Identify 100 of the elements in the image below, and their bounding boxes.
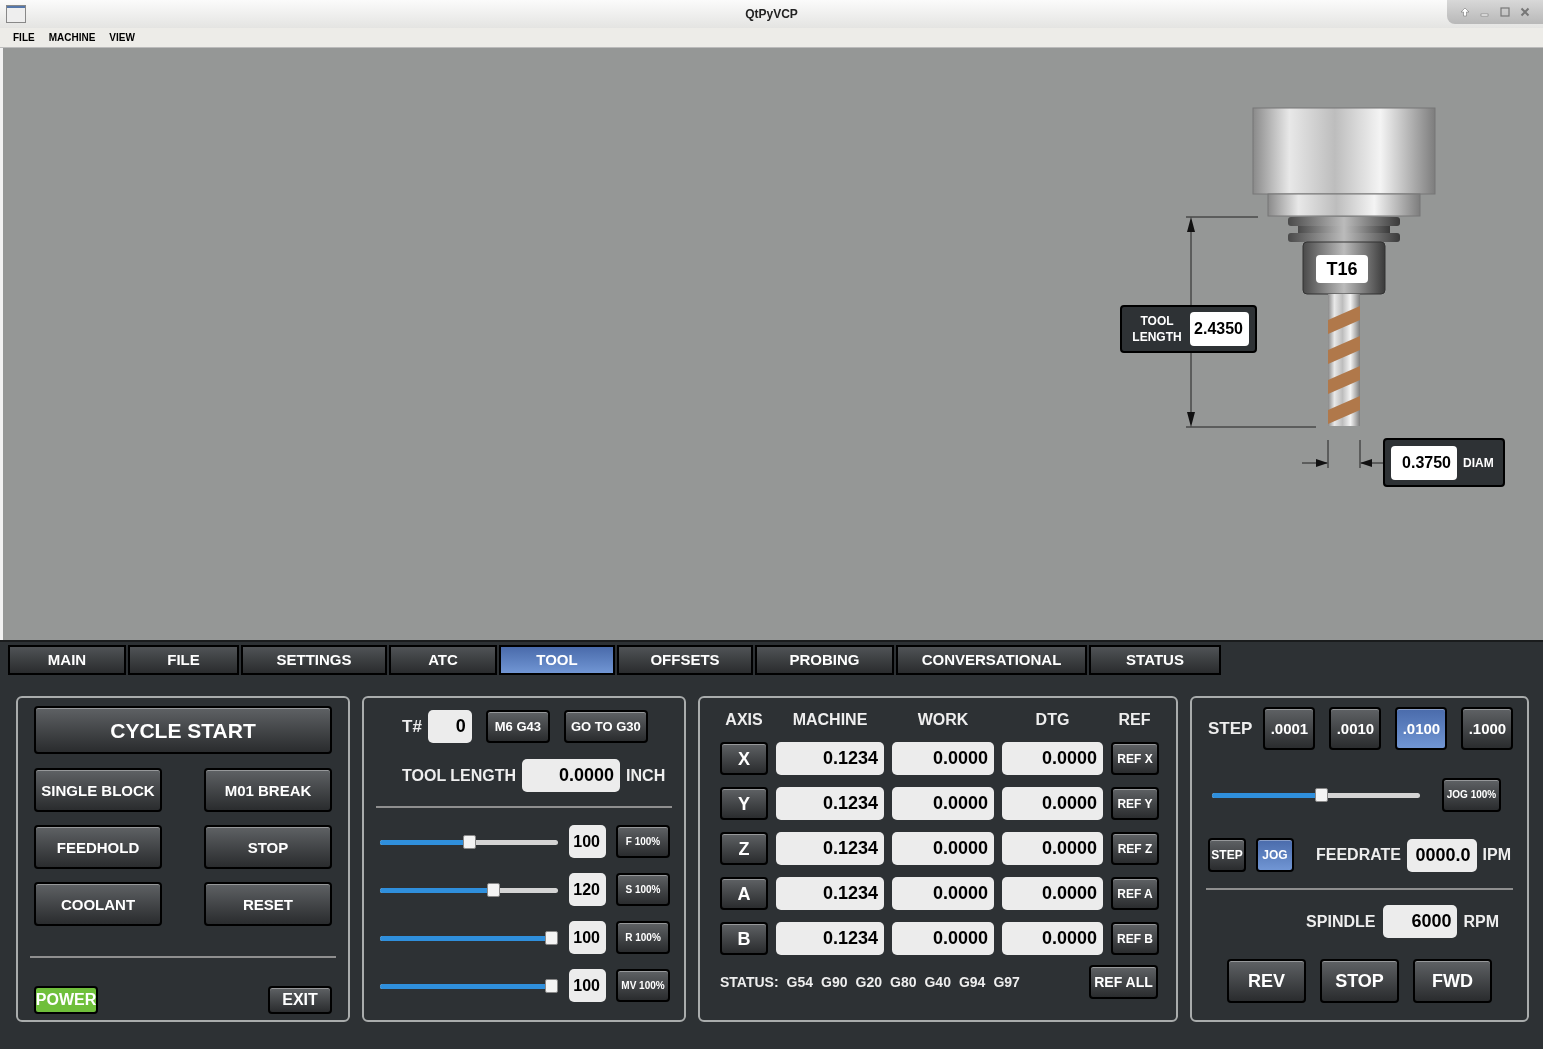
tab[interactable]: OFFSETS <box>617 645 753 675</box>
tool-length-field[interactable]: 0.0000 <box>522 759 621 792</box>
tab[interactable]: ATC <box>389 645 497 675</box>
machine-position-field[interactable]: 0.1234 <box>776 742 884 775</box>
field-label: T# <box>402 715 422 738</box>
tab[interactable]: PROBING <box>755 645 894 675</box>
reference-button[interactable]: REF A <box>1111 877 1159 910</box>
spindle-speed-field[interactable]: 6000 <box>1383 905 1458 938</box>
exit-button[interactable]: EXIT <box>268 986 332 1014</box>
machine-position-field[interactable]: 0.1234 <box>776 787 884 820</box>
tool-number-field[interactable]: 0 <box>427 710 472 743</box>
menu-item[interactable]: FILE <box>13 30 35 45</box>
column-header: WORK <box>916 710 970 730</box>
slider-handle[interactable] <box>462 834 476 849</box>
step-size-button[interactable]: .1000 <box>1461 707 1514 750</box>
axis-button[interactable]: Z <box>720 832 768 865</box>
axis-button[interactable]: X <box>720 742 768 775</box>
jog-rate-button[interactable]: JOG 100% <box>1442 778 1501 812</box>
slider-handle[interactable] <box>545 930 558 945</box>
work-position-field[interactable]: 0.0000 <box>892 877 994 910</box>
field-label: STEP <box>1208 717 1253 740</box>
work-position-field[interactable]: 0.0000 <box>892 742 994 775</box>
spindle-button[interactable]: REV <box>1227 959 1306 1003</box>
override-button[interactable]: S 100% <box>616 873 670 906</box>
slider[interactable] <box>380 930 558 945</box>
distance-to-go-field[interactable]: 0.0000 <box>1002 877 1103 910</box>
go-to-button[interactable]: GO TO G30 <box>563 710 648 743</box>
control-button[interactable]: RESET <box>204 882 332 926</box>
tab[interactable]: STATUS <box>1089 645 1221 675</box>
control-button[interactable]: COOLANT <box>34 882 162 926</box>
control-button[interactable]: M01 BREAK <box>204 768 332 812</box>
step-size-button[interactable]: .0100 <box>1395 707 1448 750</box>
step-size-button[interactable]: .0010 <box>1329 707 1382 750</box>
gcode-status: G97 <box>993 972 1020 992</box>
diameter-caption: DIAM <box>1463 454 1494 472</box>
spindle-button[interactable]: STOP <box>1320 959 1399 1003</box>
jog-mode-button[interactable]: STEP <box>1208 838 1246 872</box>
control-button[interactable]: SINGLE BLOCK <box>34 768 162 812</box>
field-label: SPINDLE <box>1306 911 1376 932</box>
axis-button[interactable]: B <box>720 922 768 955</box>
step-size-button[interactable]: .0001 <box>1263 707 1316 750</box>
jog-mode-button[interactable]: JOG <box>1256 838 1294 872</box>
column-header: MACHINE <box>791 710 869 730</box>
gcode-status: G90 <box>821 972 848 992</box>
cycle-start-button[interactable]: CYCLE START <box>34 706 332 754</box>
work-position-field[interactable]: 0.0000 <box>892 922 994 955</box>
override-button[interactable]: R 100% <box>616 921 670 954</box>
tab[interactable]: MAIN <box>8 645 126 675</box>
tool-length-caption: TOOL LENGTH <box>1131 313 1183 345</box>
tab[interactable]: SETTINGS <box>241 645 387 675</box>
override-button[interactable]: MV 100% <box>616 969 670 1002</box>
field-label: FEEDRATE <box>1316 845 1402 865</box>
tab[interactable]: FILE <box>128 645 239 675</box>
m6-button[interactable]: M6 G43 <box>485 710 550 743</box>
menu-item[interactable]: VIEW <box>109 30 135 45</box>
slider[interactable] <box>380 834 558 849</box>
distance-to-go-field[interactable]: 0.0000 <box>1002 832 1103 865</box>
slider-handle[interactable] <box>1315 788 1329 802</box>
machine-position-field[interactable]: 0.1234 <box>776 877 884 910</box>
slider-handle[interactable] <box>487 882 501 897</box>
distance-to-go-field[interactable]: 0.0000 <box>1002 742 1103 775</box>
override-value-field[interactable]: 100 <box>569 921 606 954</box>
ref-all-button[interactable]: REF ALL <box>1089 965 1158 999</box>
override-button[interactable]: F 100% <box>616 825 670 858</box>
reference-button[interactable]: REF Y <box>1111 787 1159 820</box>
tab[interactable]: TOOL <box>499 645 615 675</box>
axis-button[interactable]: A <box>720 877 768 910</box>
tool-length-value: 2.4350 <box>1190 312 1249 346</box>
machine-position-field[interactable]: 0.1234 <box>776 922 884 955</box>
spindle-button[interactable]: FWD <box>1413 959 1492 1003</box>
slider-handle[interactable] <box>545 978 558 993</box>
axis-button[interactable]: Y <box>720 787 768 820</box>
slider[interactable] <box>1212 788 1420 802</box>
reference-button[interactable]: REF B <box>1111 922 1159 955</box>
reference-button[interactable]: REF X <box>1111 742 1159 775</box>
field-label: TOOL LENGTH <box>402 765 517 786</box>
work-position-field[interactable]: 0.0000 <box>892 832 994 865</box>
slider[interactable] <box>380 882 558 897</box>
work-position-field[interactable]: 0.0000 <box>892 787 994 820</box>
feedrate-field[interactable]: 0000.0 <box>1407 838 1477 872</box>
arrow-up-icon[interactable] <box>1460 7 1471 17</box>
close-icon[interactable] <box>1519 7 1530 17</box>
distance-to-go-field[interactable]: 0.0000 <box>1002 922 1103 955</box>
menu-item[interactable]: MACHINE <box>48 30 96 45</box>
column-header: AXIS <box>724 710 764 730</box>
machine-position-field[interactable]: 0.1234 <box>776 832 884 865</box>
control-button[interactable]: FEEDHOLD <box>34 825 162 869</box>
slider[interactable] <box>380 978 558 993</box>
tab[interactable]: CONVERSATIONAL <box>896 645 1087 675</box>
override-value-field[interactable]: 100 <box>569 969 606 1002</box>
gcode-status: G40 <box>924 972 951 992</box>
tool-number-label: T16 <box>1316 255 1368 283</box>
override-value-field[interactable]: 120 <box>569 873 606 906</box>
control-button[interactable]: STOP <box>204 825 332 869</box>
distance-to-go-field[interactable]: 0.0000 <box>1002 787 1103 820</box>
override-value-field[interactable]: 100 <box>569 825 606 858</box>
window-icon <box>6 5 26 23</box>
reference-button[interactable]: REF Z <box>1111 832 1159 865</box>
gcode-status: G80 <box>890 972 917 992</box>
field-label: STATUS: <box>720 972 779 992</box>
